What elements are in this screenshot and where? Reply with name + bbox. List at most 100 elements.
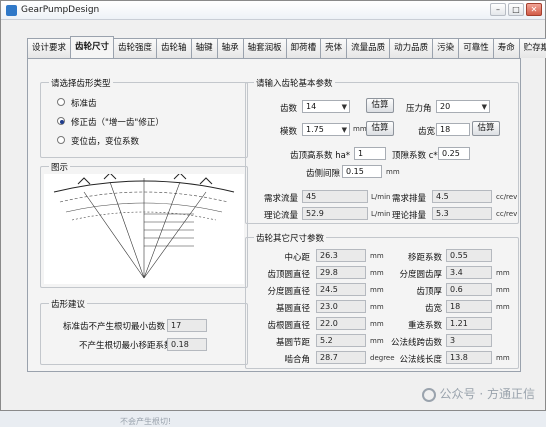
span-teeth-label: 公法线跨齿数 xyxy=(390,338,442,348)
th-flow-unit: L/min xyxy=(371,210,391,218)
tab-reliability[interactable]: 可靠性 xyxy=(458,38,494,58)
maximize-button[interactable]: □ xyxy=(508,3,524,16)
watermark: 公众号 · 方通正信 xyxy=(421,385,535,402)
app-window: GearPumpDesign – □ ✕ 设计要求 齿轮尺寸 齿轮强度 齿轮轴 … xyxy=(0,0,546,426)
module-select[interactable]: 1.75 ▼ xyxy=(302,123,350,136)
tip-diameter-value: 29.8 xyxy=(316,266,366,279)
pitch-diameter-value: 24.5 xyxy=(316,283,366,296)
min-teeth-value: 17 xyxy=(167,319,207,332)
mesh-angle-value: 28.7 xyxy=(316,351,366,364)
addendum-input[interactable]: 1 xyxy=(354,147,386,160)
th-flow-label: 理论流量 xyxy=(264,211,299,221)
center-distance-value: 26.3 xyxy=(316,249,366,262)
basic-params-group: 请输入齿轮基本参数 齿数 14 ▼ 估算 压力角 20 ▼ 模数 1.75 ▼ mm … xyxy=(245,77,519,224)
clearance-label: 顶隙系数 c* xyxy=(392,151,438,161)
span-length-value: 13.8 xyxy=(446,351,492,364)
close-button[interactable]: ✕ xyxy=(526,3,542,16)
min-shift-label: 不产生根切最小移距系数 xyxy=(79,341,173,351)
other-dims-group: 齿轮其它尺寸参数 中心距 26.3 mm 移距系数 0.55 齿顶圆直径 29.… xyxy=(245,232,519,369)
tab-gear-strength[interactable]: 齿轮强度 xyxy=(113,38,158,58)
tab-power-quality[interactable]: 动力品质 xyxy=(389,38,434,58)
tip-thickness-unit: mm xyxy=(496,286,510,294)
span-length-label: 公法线长度 xyxy=(399,355,442,365)
tab-bearing[interactable]: 轴承 xyxy=(216,38,244,58)
base-diameter-label: 基圆直径 xyxy=(275,304,310,314)
tab-housing[interactable]: 壳体 xyxy=(320,38,348,58)
shift-coef-label: 移距系数 xyxy=(407,253,442,263)
radio-standard-label: 标准齿 xyxy=(71,99,97,109)
tooth-suggestion-group: 齿形建议 标准齿不产生根切最小齿数 17 不产生根切最小移距系数 0.18 xyxy=(40,298,248,365)
tooth-type-group: 请选择齿形类型 标准齿 修正齿（"增一齿"修正） 变位齿，变位系数 xyxy=(40,77,248,158)
teeth-label: 齿数 xyxy=(280,104,298,114)
tab-sleeve-plate[interactable]: 轴套润板 xyxy=(242,38,287,58)
tooth-suggestion-title: 齿形建议 xyxy=(49,298,88,310)
tab-flow-quality[interactable]: 流量品质 xyxy=(346,38,391,58)
width-input[interactable]: 18 xyxy=(436,123,470,136)
other-dims-title: 齿轮其它尺寸参数 xyxy=(254,232,327,244)
req-flow-label: 需求流量 xyxy=(264,194,299,204)
req-disp-unit: cc/rev xyxy=(496,193,518,201)
wechat-icon xyxy=(421,387,436,402)
basic-params-title: 请输入齿轮基本参数 xyxy=(254,77,335,89)
backlash-label: 齿侧间隙 xyxy=(306,169,341,179)
overlap-coef-value: 1.21 xyxy=(446,317,492,330)
min-teeth-label: 标准齿不产生根切最小齿数 xyxy=(63,322,166,332)
pressure-angle-label: 压力角 xyxy=(406,104,432,114)
shift-coef-value: 0.55 xyxy=(446,249,492,262)
base-diameter-value: 23.0 xyxy=(316,300,366,313)
tab-shaft-key[interactable]: 轴键 xyxy=(190,38,218,58)
span-teeth-value: 3 xyxy=(446,334,492,347)
pitch-thickness-value: 3.4 xyxy=(446,266,492,279)
tab-bar: 设计要求 齿轮尺寸 齿轮强度 齿轮轴 轴键 轴承 轴套润板 卸荷槽 壳体 流量品… xyxy=(27,36,546,58)
tab-contamination[interactable]: 污染 xyxy=(432,38,460,58)
minimize-button[interactable]: – xyxy=(490,3,506,16)
diagram-title: 图示 xyxy=(49,161,71,173)
module-estimate-button[interactable]: 估算 xyxy=(366,121,394,136)
teeth-estimate-button[interactable]: 估算 xyxy=(366,98,394,113)
clearance-input[interactable]: 0.25 xyxy=(438,147,470,160)
tab-design-requirements[interactable]: 设计要求 xyxy=(27,38,72,58)
th-disp-label: 理论排量 xyxy=(392,211,427,221)
backlash-input[interactable]: 0.15 xyxy=(342,165,382,178)
tab-relief-groove[interactable]: 卸荷槽 xyxy=(285,38,322,58)
module-unit: mm xyxy=(353,125,367,133)
root-diameter-label: 齿根圆直径 xyxy=(267,321,310,331)
tab-storage[interactable]: 贮存期 xyxy=(518,38,546,58)
root-diameter-value: 22.0 xyxy=(316,317,366,330)
radio-corrected-tooth[interactable] xyxy=(57,117,65,125)
tab-gear-shaft[interactable]: 齿轮轴 xyxy=(156,38,192,58)
span-length-unit: mm xyxy=(496,354,510,362)
tip-thickness-label: 齿顶厚 xyxy=(416,287,442,297)
base-pitch-label: 基圆节距 xyxy=(275,338,310,348)
tab-lifetime[interactable]: 寿命 xyxy=(492,38,520,58)
backlash-unit: mm xyxy=(386,168,400,176)
radio-shifted-tooth[interactable] xyxy=(57,136,65,144)
pressure-angle-select[interactable]: 20 ▼ xyxy=(436,100,490,113)
app-icon xyxy=(6,5,17,16)
gear-diagram xyxy=(44,174,244,284)
base-pitch-value: 5.2 xyxy=(316,334,366,347)
module-label: 模数 xyxy=(280,127,298,137)
pitch-diameter-label: 分度圆直径 xyxy=(267,287,310,297)
width-estimate-button[interactable]: 估算 xyxy=(472,121,500,136)
tooth-type-title: 请选择齿形类型 xyxy=(49,77,113,89)
th-disp-unit: cc/rev xyxy=(496,210,518,218)
center-distance-label: 中心距 xyxy=(284,253,310,263)
gear-dimensions-panel: 请选择齿形类型 标准齿 修正齿（"增一齿"修正） 变位齿，变位系数 图示 齿形建… xyxy=(27,58,521,426)
tip-thickness-value: 0.6 xyxy=(446,283,492,296)
mesh-angle-label: 啮合角 xyxy=(284,355,310,365)
radio-corrected-label: 修正齿（"增一齿"修正） xyxy=(71,118,164,128)
th-flow-value: 52.9 xyxy=(302,207,368,220)
addendum-label: 齿顶高系数 ha* xyxy=(290,151,351,161)
radio-standard-tooth[interactable] xyxy=(57,98,65,106)
undercut-hint: 不会产生根切! xyxy=(120,417,172,426)
teeth-select[interactable]: 14 ▼ xyxy=(302,100,350,113)
req-flow-unit: L/min xyxy=(371,193,391,201)
tab-gear-dimensions[interactable]: 齿轮尺寸 xyxy=(70,36,115,58)
window-title: GearPumpDesign xyxy=(21,5,100,15)
width-label: 齿宽 xyxy=(418,127,436,137)
radio-shifted-label: 变位齿，变位系数 xyxy=(71,137,140,147)
tip-diameter-label: 齿顶圆直径 xyxy=(267,270,310,280)
pitch-thickness-unit: mm xyxy=(496,269,510,277)
face-width-label: 齿宽 xyxy=(424,304,442,314)
